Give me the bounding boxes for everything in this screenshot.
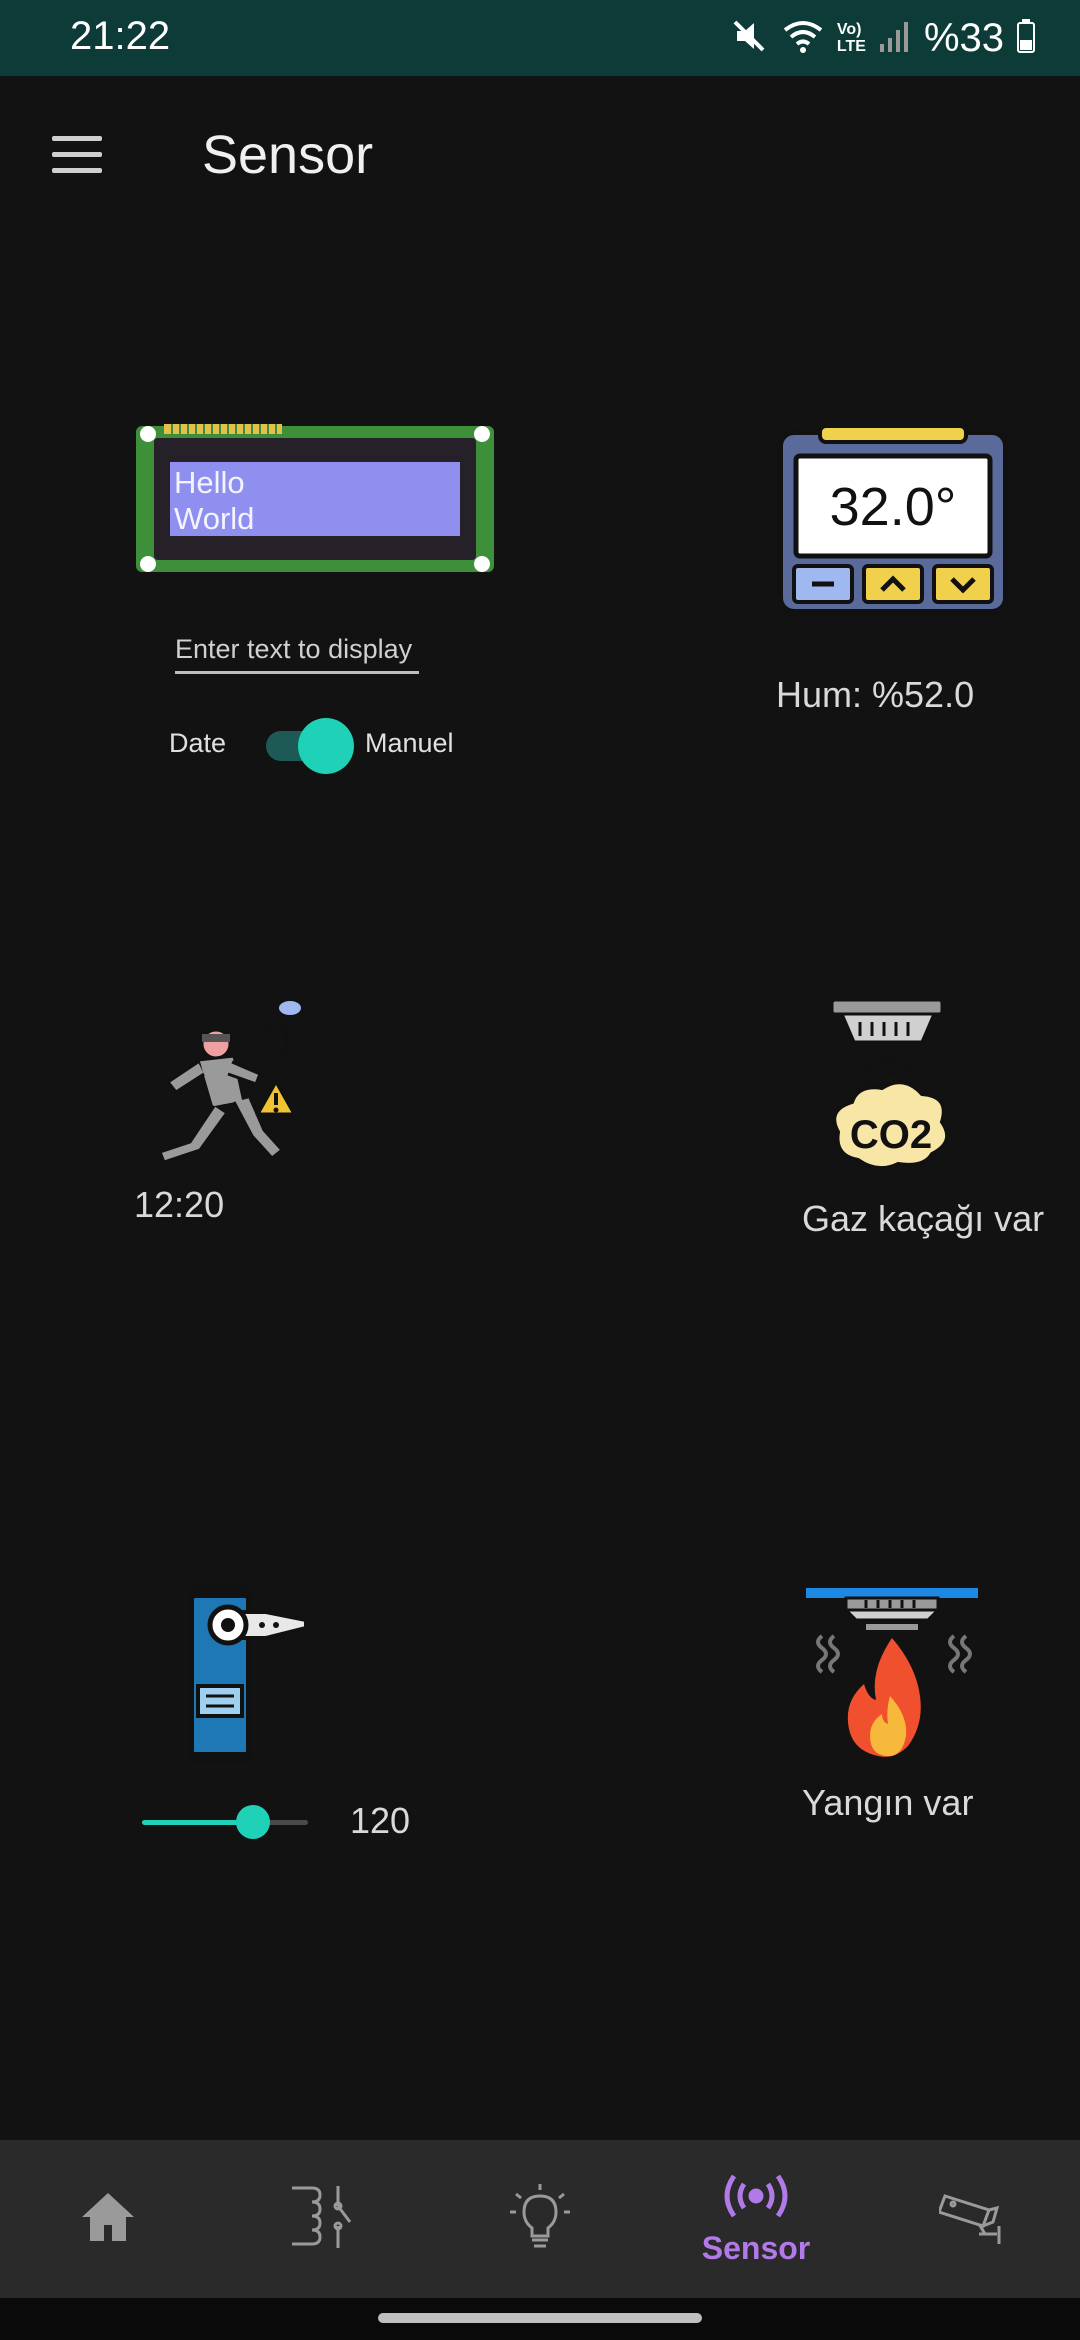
bottom-navigation: Sensor bbox=[0, 2140, 1080, 2298]
lcd-display: Hello World bbox=[134, 424, 496, 574]
thermostat-temperature: 32.0° bbox=[829, 477, 957, 537]
intruder-alarm-icon bbox=[136, 996, 312, 1172]
light-bulb-icon bbox=[508, 2182, 572, 2257]
status-icons: Vo) LTE %33 bbox=[729, 12, 1036, 64]
hamburger-menu-icon[interactable] bbox=[44, 128, 114, 184]
fire-status: Yangın var bbox=[802, 1782, 974, 1823]
nav-lights[interactable] bbox=[432, 2140, 648, 2298]
servo-value: 120 bbox=[350, 1800, 411, 1841]
co2-badge: CO2 bbox=[849, 1113, 933, 1157]
switch-label-date: Date bbox=[169, 728, 227, 758]
sensor-grid: Hello World Date Manuel 32.0° Hum: %52.0 bbox=[0, 236, 1080, 2140]
status-time: 21:22 bbox=[70, 14, 171, 58]
signal-icon bbox=[878, 18, 912, 59]
relay-icon bbox=[288, 2182, 360, 2257]
volte-label-bottom: LTE bbox=[836, 38, 866, 55]
motion-time: 12:20 bbox=[134, 1184, 225, 1225]
page-title: Sensor bbox=[202, 125, 374, 185]
lcd-line-2: World bbox=[174, 501, 255, 536]
battery-icon bbox=[1016, 18, 1036, 59]
gas-status: Gaz kaçağı var bbox=[802, 1198, 1045, 1239]
app-bar: Sensor bbox=[0, 76, 1080, 236]
nav-camera[interactable] bbox=[864, 2140, 1080, 2298]
battery-percent: %33 bbox=[923, 15, 1004, 60]
status-bar: 21:22 Vo) LTE %33 bbox=[0, 0, 1080, 76]
mute-icon bbox=[729, 16, 769, 61]
sensor-broadcast-icon bbox=[720, 2171, 792, 2226]
wifi-icon bbox=[781, 16, 825, 61]
lcd-line-1: Hello bbox=[174, 465, 245, 500]
smoke-detector-fire-icon bbox=[806, 1588, 986, 1762]
nav-sensor[interactable]: Sensor bbox=[648, 2140, 864, 2298]
gesture-handle[interactable] bbox=[378, 2313, 702, 2323]
slider-thumb[interactable] bbox=[236, 1805, 271, 1839]
nav-home[interactable] bbox=[0, 2140, 216, 2298]
thermostat-icon: 32.0° bbox=[776, 424, 1010, 616]
home-icon bbox=[78, 2189, 138, 2250]
toggle-thumb bbox=[298, 718, 354, 774]
servo-slider[interactable] bbox=[140, 1802, 310, 1842]
nav-sensor-label: Sensor bbox=[701, 2230, 811, 2266]
co2-detector-icon: CO2 bbox=[826, 996, 952, 1176]
switch-label-manual: Manuel bbox=[365, 728, 454, 758]
humidity-label: Hum: %52.0 bbox=[776, 674, 975, 715]
volte-label-top: Vo) bbox=[836, 21, 862, 38]
nav-relay[interactable] bbox=[216, 2140, 432, 2298]
lcd-text-input[interactable] bbox=[175, 632, 419, 674]
volte-icon: Vo) LTE bbox=[837, 21, 866, 55]
servo-motor-icon bbox=[178, 1582, 310, 1768]
date-manual-toggle[interactable] bbox=[266, 716, 356, 776]
security-camera-icon bbox=[937, 2188, 1005, 2251]
